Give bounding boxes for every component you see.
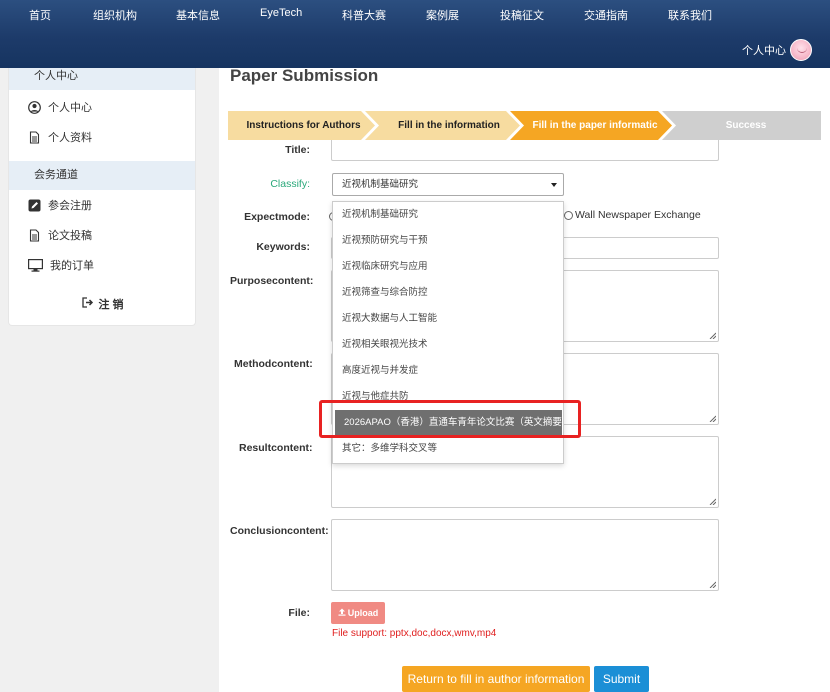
expectmode-label: Expectmode: xyxy=(244,211,310,223)
sidebar-item-label: 我的订单 xyxy=(50,260,94,272)
classify-label: Classify: xyxy=(270,178,310,190)
title-label: Title: xyxy=(285,144,310,156)
conclusion-label: Conclusioncontent: xyxy=(230,525,329,537)
sidebar-item-paper-submission[interactable]: 论文投稿 xyxy=(9,220,195,250)
chevron-down-icon xyxy=(551,183,557,187)
monitor-icon xyxy=(28,258,44,272)
edit-icon xyxy=(28,199,41,212)
step-fill-information: Fill in the information xyxy=(398,120,500,131)
resize-handle-icon[interactable] xyxy=(709,332,716,339)
sidebar-item-my-orders[interactable]: 我的订单 xyxy=(9,250,195,280)
sidebar: 个人中心 个人中心 个人资料 会务通道 参会注册 论文投稿 我的订单 注 销 xyxy=(8,68,196,326)
sidebar-section-conference: 会务通道 xyxy=(9,161,195,190)
nav-item-science-contest[interactable]: 科普大赛 xyxy=(342,7,386,23)
user-center-label: 个人中心 xyxy=(742,45,786,57)
nav-item-transport[interactable]: 交通指南 xyxy=(584,7,628,23)
upload-button[interactable]: Upload xyxy=(331,602,385,624)
title-input[interactable] xyxy=(331,140,719,161)
dropdown-option[interactable]: 近视大数据与人工智能 xyxy=(333,306,563,332)
classify-select[interactable]: 近视机制基础研究 xyxy=(332,173,564,196)
classify-selected-value: 近视机制基础研究 xyxy=(342,179,419,190)
conclusion-textarea[interactable] xyxy=(331,519,719,591)
file-label: File: xyxy=(288,607,310,619)
dropdown-option[interactable]: 近视相关眼视光技术 xyxy=(333,332,563,358)
highlight-annotation-box xyxy=(319,400,581,438)
sidebar-item-personal-center[interactable]: 个人中心 xyxy=(9,92,195,122)
sidebar-item-label: 个人资料 xyxy=(48,132,92,144)
radio-label: Wall Newspaper Exchange xyxy=(575,209,701,221)
resize-handle-icon[interactable] xyxy=(709,581,716,588)
nav-item-basic-info[interactable]: 基本信息 xyxy=(176,7,220,23)
main-nav: 首页 组织机构 基本信息 EyeTech 科普大赛 案例展 投稿征文 交通指南 … xyxy=(0,0,830,28)
nav-item-home[interactable]: 首页 xyxy=(29,7,51,23)
step-fill-paper-info: Fill in the paper informatic xyxy=(532,120,658,131)
nav-item-organization[interactable]: 组织机构 xyxy=(93,7,137,23)
resize-handle-icon[interactable] xyxy=(709,498,716,505)
dropdown-option[interactable]: 近视临床研究与应用 xyxy=(333,254,563,280)
radio-button[interactable] xyxy=(564,210,573,220)
purpose-label: Purposecontent: xyxy=(230,275,314,287)
step-success: Success xyxy=(725,120,767,131)
file-text-icon xyxy=(28,228,41,242)
logout-button[interactable]: 注 销 xyxy=(9,296,197,312)
file-support-text: File support: pptx,doc,docx,wmv,mp4 xyxy=(332,628,497,639)
submit-button[interactable]: Submit xyxy=(594,666,649,692)
nav-item-eyetech[interactable]: EyeTech xyxy=(260,7,302,19)
step-instructions: Instructions for Authors xyxy=(246,120,361,131)
page-title: Paper Submission xyxy=(230,66,379,85)
dropdown-option[interactable]: 近视预防研究与干预 xyxy=(333,228,563,254)
nav-item-contact[interactable]: 联系我们 xyxy=(668,7,712,23)
dropdown-option[interactable]: 其它：多维学科交叉等 xyxy=(333,436,563,462)
sidebar-item-label: 个人中心 xyxy=(48,102,92,114)
user-circle-icon xyxy=(28,100,41,114)
sign-out-icon xyxy=(82,297,94,311)
main-content: Paper Submission Instructions for Author… xyxy=(219,66,830,692)
sidebar-section-personal: 个人中心 xyxy=(9,68,195,90)
keywords-label: Keywords: xyxy=(256,241,310,253)
nav-item-case-exhibition[interactable]: 案例展 xyxy=(426,7,459,23)
sidebar-item-personal-info[interactable]: 个人资料 xyxy=(9,122,195,152)
sidebar-item-label: 参会注册 xyxy=(48,200,92,212)
return-author-info-button[interactable]: Return to fill in author information xyxy=(402,666,590,692)
expectmode-option-wall-newspaper[interactable]: Wall Newspaper Exchange xyxy=(564,209,701,221)
logout-label: 注 销 xyxy=(98,299,124,311)
sidebar-item-registration[interactable]: 参会注册 xyxy=(9,190,195,220)
document-icon xyxy=(28,130,41,144)
method-label: Methodcontent: xyxy=(234,358,313,370)
avatar[interactable] xyxy=(790,39,812,61)
user-center-link[interactable]: 个人中心 xyxy=(742,39,812,61)
upload-icon xyxy=(338,608,346,618)
step-progress: Instructions for Authors Fill in the inf… xyxy=(228,111,821,140)
nav-item-submission[interactable]: 投稿征文 xyxy=(500,7,544,23)
dropdown-option[interactable]: 近视筛查与综合防控 xyxy=(333,280,563,306)
dropdown-option[interactable]: 近视机制基础研究 xyxy=(333,202,563,228)
upload-label: Upload xyxy=(347,608,379,618)
dropdown-option[interactable]: 高度近视与并发症 xyxy=(333,358,563,384)
header: 首页 组织机构 基本信息 EyeTech 科普大赛 案例展 投稿征文 交通指南 … xyxy=(0,0,830,68)
resize-handle-icon[interactable] xyxy=(709,415,716,422)
sidebar-item-label: 论文投稿 xyxy=(48,230,92,242)
